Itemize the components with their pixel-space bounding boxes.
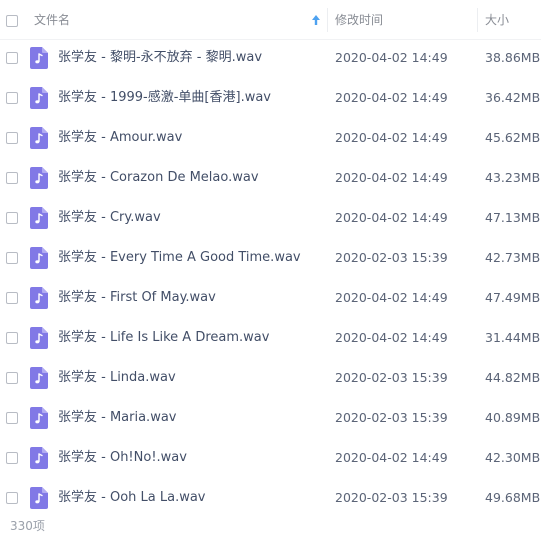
file-name[interactable]: 张学友 - 1999-感激-单曲[香港].wav [58,78,271,118]
file-modified-time: 2020-02-03 15:39 [335,490,448,505]
item-count: 330项 [10,519,45,533]
audio-file-icon [30,367,48,389]
row-checkbox[interactable] [6,132,18,144]
file-row[interactable]: 张学友 - 1999-感激-单曲[香港].wav 2020-04-02 14:49… [0,78,541,118]
file-size: 31.44MB [485,330,541,345]
file-modified-time: 2020-04-02 14:49 [335,290,448,305]
file-modified-time: 2020-04-02 14:49 [335,130,448,145]
select-all-checkbox[interactable] [6,15,18,27]
row-checkbox[interactable] [6,172,18,184]
file-name[interactable]: 张学友 - Amour.wav [58,118,182,158]
audio-file-icon [30,247,48,269]
file-name[interactable]: 张学友 - Ooh La La.wav [58,478,206,518]
column-divider[interactable] [327,8,328,32]
file-row[interactable]: 张学友 - Oh!No!.wav 2020-04-02 14:49 42.30MB [0,438,541,478]
file-size: 45.62MB [485,130,541,145]
file-modified-time: 2020-04-02 14:49 [335,450,448,465]
file-modified-time: 2020-04-02 14:49 [335,210,448,225]
file-name[interactable]: 张学友 - Oh!No!.wav [58,438,187,478]
row-checkbox[interactable] [6,452,18,464]
audio-file-icon [30,207,48,229]
audio-file-icon [30,87,48,109]
audio-file-icon [30,407,48,429]
row-checkbox[interactable] [6,332,18,344]
audio-file-icon [30,47,48,69]
file-size: 42.30MB [485,450,541,465]
file-name[interactable]: 张学友 - Maria.wav [58,398,177,438]
file-name[interactable]: 张学友 - 黎明-永不放弃 - 黎明.wav [58,38,262,78]
row-checkbox[interactable] [6,252,18,264]
list-header: 文件名 修改时间 大小 [0,0,541,40]
row-checkbox[interactable] [6,292,18,304]
audio-file-icon [30,327,48,349]
file-size: 36.42MB [485,90,541,105]
file-size: 47.49MB [485,290,541,305]
audio-file-icon [30,447,48,469]
file-name[interactable]: 张学友 - Linda.wav [58,358,176,398]
file-name[interactable]: 张学友 - Every Time A Good Time.wav [58,238,301,278]
file-row[interactable]: 张学友 - First Of May.wav 2020-04-02 14:49 47… [0,278,541,318]
file-name[interactable]: 张学友 - First Of May.wav [58,278,216,318]
file-modified-time: 2020-04-02 14:49 [335,90,448,105]
file-row[interactable]: 张学友 - 黎明-永不放弃 - 黎明.wav 2020-04-02 14:49 38… [0,38,541,78]
file-size: 49.68MB [485,490,541,505]
file-size: 38.86MB [485,50,541,65]
audio-file-icon [30,167,48,189]
file-row[interactable]: 张学友 - Maria.wav 2020-02-03 15:39 40.89MB [0,398,541,438]
row-checkbox[interactable] [6,372,18,384]
row-checkbox[interactable] [6,92,18,104]
file-row[interactable]: 张学友 - Amour.wav 2020-04-02 14:49 45.62MB [0,118,541,158]
file-row[interactable]: 张学友 - Linda.wav 2020-02-03 15:39 44.82MB [0,358,541,398]
file-name[interactable]: 张学友 - Cry.wav [58,198,161,238]
row-checkbox[interactable] [6,412,18,424]
audio-file-icon [30,287,48,309]
file-row[interactable]: 张学友 - Every Time A Good Time.wav 2020-02-… [0,238,541,278]
column-header-size[interactable]: 大小 [485,0,509,40]
column-header-modified[interactable]: 修改时间 [335,0,383,40]
file-size: 42.73MB [485,250,541,265]
row-checkbox[interactable] [6,212,18,224]
file-name[interactable]: 张学友 - Corazon De Melao.wav [58,158,259,198]
file-size: 40.89MB [485,410,541,425]
file-list: 文件名 修改时间 大小 张学友 - 黎明-永不放弃 - 黎明.wav 2020-0… [0,0,541,536]
file-modified-time: 2020-04-02 14:49 [335,50,448,65]
file-row[interactable]: 张学友 - Corazon De Melao.wav 2020-04-02 14:… [0,158,541,198]
file-size: 47.13MB [485,210,541,225]
row-checkbox[interactable] [6,52,18,64]
file-modified-time: 2020-02-03 15:39 [335,410,448,425]
column-divider[interactable] [477,8,478,32]
file-modified-time: 2020-02-03 15:39 [335,370,448,385]
audio-file-icon [30,127,48,149]
file-size: 44.82MB [485,370,541,385]
sort-ascending-icon[interactable] [311,14,321,26]
file-modified-time: 2020-04-02 14:49 [335,330,448,345]
file-size: 43.23MB [485,170,541,185]
file-modified-time: 2020-02-03 15:39 [335,250,448,265]
row-checkbox[interactable] [6,492,18,504]
file-name[interactable]: 张学友 - Life Is Like A Dream.wav [58,318,269,358]
audio-file-icon [30,487,48,509]
column-header-name[interactable]: 文件名 [34,0,70,40]
file-row[interactable]: 张学友 - Ooh La La.wav 2020-02-03 15:39 49.68… [0,478,541,518]
file-row[interactable]: 张学友 - Life Is Like A Dream.wav 2020-04-02… [0,318,541,358]
file-row[interactable]: 张学友 - Cry.wav 2020-04-02 14:49 47.13MB [0,198,541,238]
file-modified-time: 2020-04-02 14:49 [335,170,448,185]
